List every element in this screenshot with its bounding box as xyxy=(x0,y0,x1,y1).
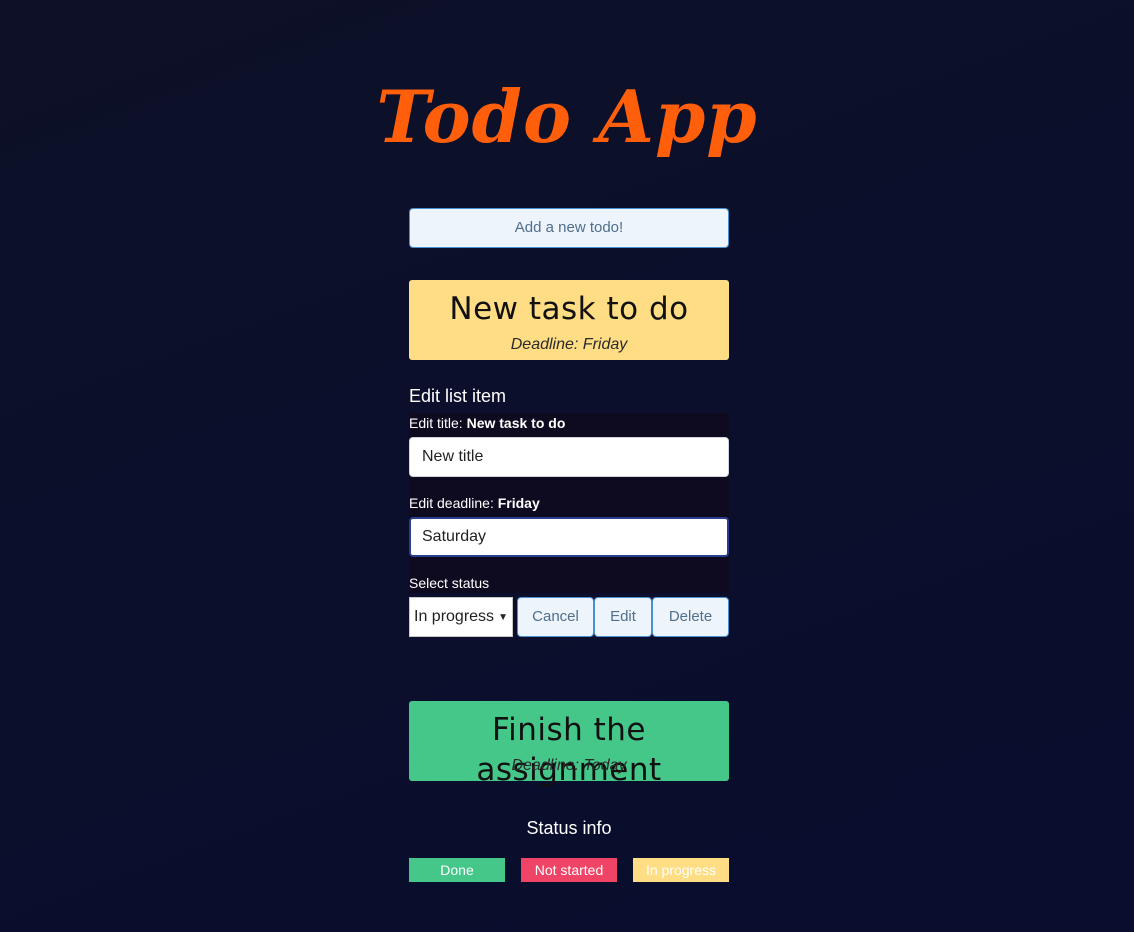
todo-card[interactable]: Finish the assignment Deadline: Today xyxy=(409,701,729,788)
status-legend-done: Done xyxy=(409,858,505,882)
app-title: Todo App xyxy=(376,74,758,159)
cancel-button[interactable]: Cancel xyxy=(517,597,594,637)
edit-deadline-input[interactable] xyxy=(409,517,729,557)
edit-deadline-label: Edit deadline: Friday xyxy=(409,495,540,511)
edit-title-label-text: Edit title: xyxy=(409,415,463,431)
todo-card[interactable]: New task to do Deadline: Friday xyxy=(409,280,729,360)
edit-title-current: New task to do xyxy=(466,415,566,431)
todo-title: New task to do xyxy=(449,291,689,327)
add-todo-button[interactable]: Add a new todo! xyxy=(409,208,729,248)
chevron-down-icon: ▼ xyxy=(498,611,508,623)
edit-title-label: Edit title: New task to do xyxy=(409,415,565,431)
delete-button[interactable]: Delete xyxy=(652,597,729,637)
status-legend-in-progress: In progress xyxy=(633,858,729,882)
edit-deadline-current: Friday xyxy=(497,495,540,511)
todo-deadline: Deadline: Friday xyxy=(510,336,628,353)
status-select[interactable]: In progress ▼ xyxy=(409,597,513,637)
status-select-label: Select status xyxy=(409,575,490,591)
todo-title: Finish the assignment xyxy=(476,712,662,788)
todo-deadline: Deadline: Today xyxy=(511,757,627,774)
edit-heading: Edit list item xyxy=(409,386,507,406)
edit-deadline-label-text: Edit deadline: xyxy=(409,495,494,511)
edit-title-input[interactable] xyxy=(409,437,729,477)
status-select-value: In progress xyxy=(414,608,495,625)
status-info-title: Status info xyxy=(526,818,612,838)
edit-button[interactable]: Edit xyxy=(594,597,652,637)
status-legend-not-started: Not started xyxy=(521,858,617,882)
